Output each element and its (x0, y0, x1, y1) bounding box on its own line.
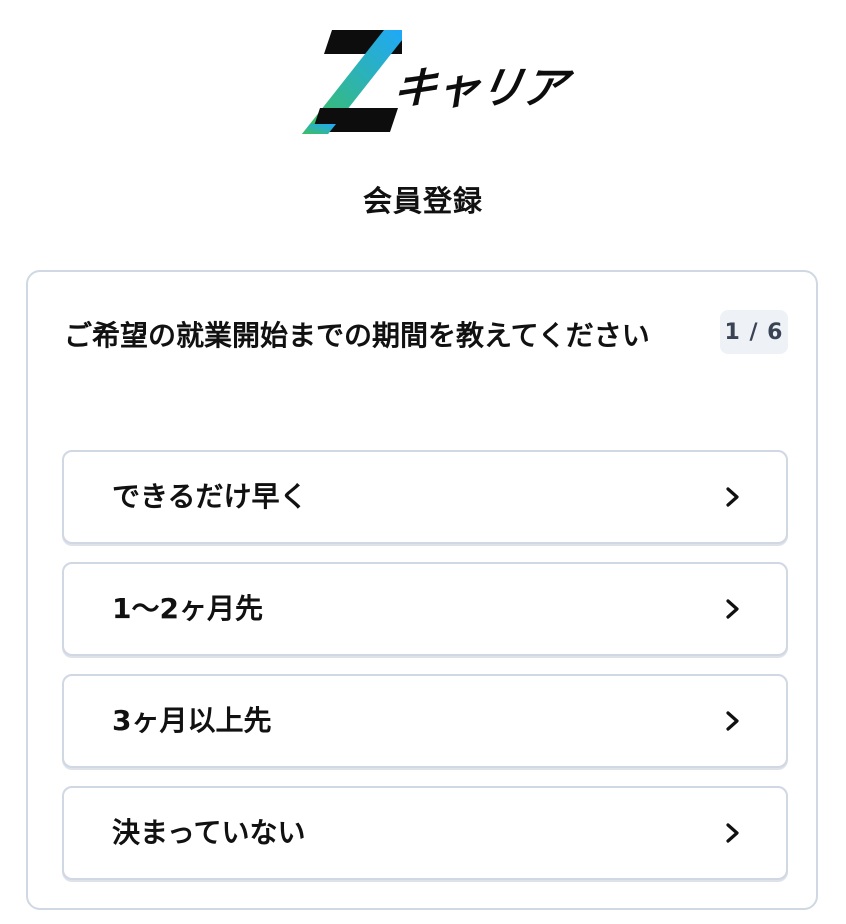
option-label: できるだけ早く (112, 480, 308, 513)
option-list: できるだけ早く 1〜2ヶ月先 3ヶ月以上先 決まっていない (62, 450, 788, 898)
option-3-months-plus[interactable]: 3ヶ月以上先 (62, 674, 788, 768)
step-badge: 1 / 6 (720, 310, 788, 354)
option-1-2-months[interactable]: 1〜2ヶ月先 (62, 562, 788, 656)
chevron-right-icon (726, 487, 739, 507)
option-label: 決まっていない (112, 816, 306, 849)
question-text: ご希望の就業開始までの期間を教えてください (64, 319, 650, 352)
question-card: ご希望の就業開始までの期間を教えてください 1 / 6 できるだけ早く 1〜2ヶ… (26, 270, 818, 910)
chevron-right-icon (726, 711, 739, 731)
logo-z-mark (302, 30, 402, 134)
option-label: 1〜2ヶ月先 (112, 592, 263, 625)
zcareer-logo: キャリア (302, 28, 570, 136)
logo-text: キャリア (388, 63, 570, 114)
option-label: 3ヶ月以上先 (112, 704, 272, 737)
chevron-right-icon (726, 823, 739, 843)
page-title: 会員登録 (362, 184, 483, 218)
option-undecided[interactable]: 決まっていない (62, 786, 788, 880)
option-asap[interactable]: できるだけ早く (62, 450, 788, 544)
chevron-right-icon (726, 599, 739, 619)
